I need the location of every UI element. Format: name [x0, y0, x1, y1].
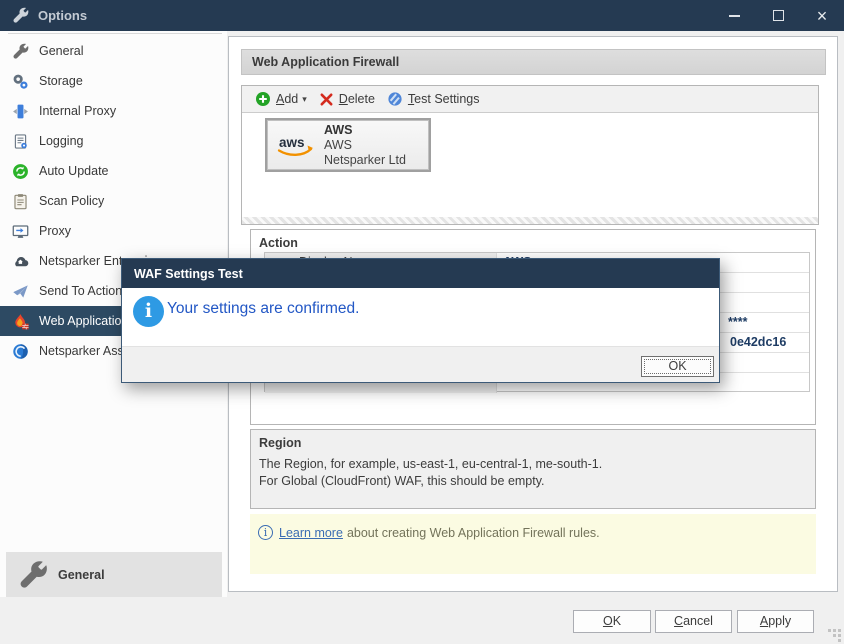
cloud-icon [12, 253, 29, 270]
waf-settings-test-dialog: WAF Settings Test i Your settings are co… [121, 258, 720, 383]
refresh-icon [12, 163, 29, 180]
resize-grip[interactable] [828, 629, 831, 632]
waf-group-title: Web Application Firewall [252, 55, 399, 69]
dialog-ok-button[interactable]: OK [641, 356, 714, 377]
paper-plane-icon [12, 283, 29, 300]
region-description-line2: For Global (CloudFront) WAF, this should… [259, 474, 545, 488]
minimize-icon [729, 15, 740, 17]
footer-category-label: General [58, 568, 105, 582]
add-button[interactable]: Add ▾ [249, 89, 313, 109]
info-icon: i [133, 296, 164, 327]
maximize-icon [773, 10, 784, 21]
flame-icon [12, 313, 29, 330]
add-icon [255, 91, 271, 107]
apply-button[interactable]: Apply [737, 610, 814, 633]
card-type: AWS [324, 138, 406, 153]
options-window: Options × General Storage Internal Proxy… [0, 0, 844, 644]
sidebar-category-footer: General [6, 552, 222, 597]
clipboard-icon [12, 193, 29, 210]
sidebar-divider [8, 33, 222, 34]
dialog-message: Your settings are confirmed. [167, 300, 359, 318]
region-description-line1: The Region, for example, us-east-1, eu-c… [259, 457, 602, 471]
monitor-icon [12, 223, 29, 240]
sidebar-item-general[interactable]: General [0, 36, 227, 66]
wrench-icon [18, 560, 48, 590]
dialog-title: WAF Settings Test [134, 267, 243, 281]
learn-more-info-bar: i Learn more about creating Web Applicati… [250, 514, 816, 574]
sidebar-item-scan-policy[interactable]: Scan Policy [0, 186, 227, 216]
dialog-footer: OK [122, 346, 719, 382]
access-key-fragment: 0e42dc16 [730, 335, 786, 349]
test-settings-button[interactable]: Test Settings [381, 89, 486, 109]
wrench-icon [12, 43, 29, 60]
log-document-icon [12, 133, 29, 150]
info-icon: i [258, 525, 273, 540]
card-vendor: Netsparker Ltd [324, 153, 406, 168]
close-icon: × [817, 7, 828, 25]
sidebar-item-logging[interactable]: Logging [0, 126, 227, 156]
info-bar-text: about creating Web Application Firewall … [347, 526, 600, 540]
ok-button[interactable]: OK [573, 610, 651, 633]
svg-text:aws: aws [279, 135, 305, 150]
titlebar[interactable]: Options × [0, 0, 844, 31]
sidebar-item-proxy[interactable]: Proxy [0, 216, 227, 246]
aws-logo-icon: aws [276, 131, 316, 159]
list-splitter-handle[interactable] [242, 217, 818, 224]
waf-toolbar: Add ▾ Delete Test Settings [242, 86, 818, 113]
sphere-icon [12, 343, 29, 360]
dialog-titlebar[interactable]: WAF Settings Test [122, 259, 719, 288]
proxy-document-icon [12, 103, 29, 120]
card-title: AWS [324, 123, 406, 138]
sidebar-item-internal-proxy[interactable]: Internal Proxy [0, 96, 227, 126]
masked-secret-fragment: **** [728, 315, 747, 329]
region-group: Region The Region, for example, us-east-… [250, 429, 816, 509]
action-group-title: Action [259, 236, 298, 250]
waf-group-header: Web Application Firewall [241, 49, 826, 75]
waf-provider-card-aws[interactable]: aws AWS AWS Netsparker Ltd [267, 120, 429, 170]
close-button[interactable]: × [800, 0, 844, 31]
region-group-title: Region [259, 436, 301, 450]
window-title: Options [38, 8, 87, 23]
chevron-down-icon: ▾ [302, 94, 307, 105]
delete-button[interactable]: Delete [313, 90, 381, 109]
minimize-button[interactable] [712, 0, 756, 31]
learn-more-link[interactable]: Learn more [279, 526, 343, 540]
delete-icon [319, 92, 334, 107]
gears-icon [12, 73, 29, 90]
wrench-icon [12, 7, 29, 24]
test-settings-icon [387, 91, 403, 107]
waf-list-box: Add ▾ Delete Test Settings aws [241, 85, 819, 225]
sidebar-item-storage[interactable]: Storage [0, 66, 227, 96]
maximize-button[interactable] [756, 0, 800, 31]
cancel-button[interactable]: Cancel [655, 610, 732, 633]
sidebar-item-auto-update[interactable]: Auto Update [0, 156, 227, 186]
